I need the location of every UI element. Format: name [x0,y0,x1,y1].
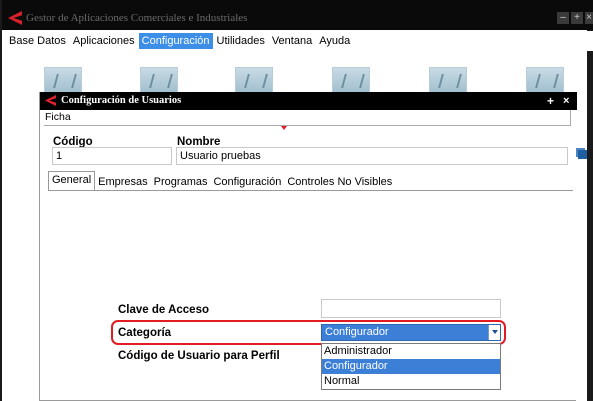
app-title: Gestor de Aplicaciones Comerciales e Ind… [26,12,248,24]
desktop-shortcut-icon[interactable] [429,67,467,95]
codigo-input[interactable]: 1 [52,147,172,165]
divider [570,110,571,126]
tab-configuracion[interactable]: Configuración [210,174,284,190]
tab-empresas[interactable]: Empresas [95,174,151,190]
codigo-perfil-label: Código de Usuario para Perfil [118,350,280,362]
dropdown-option-normal[interactable]: Normal [322,374,500,389]
dialog-close-button[interactable]: × [563,95,569,107]
tab-controles-no-visibles[interactable]: Controles No Visibles [284,174,395,190]
chevron-down-icon[interactable] [488,325,500,340]
tab-general[interactable]: General [48,171,96,190]
categoria-label: Categoría [118,327,172,339]
menu-configuracion[interactable]: Configuración [138,33,213,49]
close-button[interactable]: × [585,12,593,24]
tab-strip: General Empresas Programas Configuración… [48,171,395,190]
clave-acceso-input[interactable] [321,299,501,318]
tab-ficha[interactable]: Ficha [45,111,71,123]
clave-acceso-label: Clave de Acceso [118,304,209,316]
tab-programas[interactable]: Programas [151,174,211,190]
desktop-shortcut-icon[interactable] [332,67,370,95]
copy-icon[interactable] [578,150,587,159]
nombre-input[interactable]: Usuario pruebas [176,147,568,165]
app-window: Gestor de Aplicaciones Comerciales e Ind… [0,0,593,401]
menu-ayuda[interactable]: Ayuda [316,33,353,49]
categoria-dropdown-list: Administrador Configurador Normal [321,343,501,390]
desktop-shortcut-icon[interactable] [140,67,178,95]
divider [44,125,571,126]
desktop-shortcut-icon[interactable] [44,67,82,95]
menubar: Base Datos Aplicaciones Configuración Ut… [2,31,593,51]
required-marker-icon [281,126,287,130]
dialog-logo-icon [45,95,56,106]
app-titlebar: Gestor de Aplicaciones Comerciales e Ind… [2,0,593,30]
dropdown-option-administrador[interactable]: Administrador [322,344,500,359]
categoria-selected-value: Configurador [325,326,389,338]
tab-underline [48,190,573,191]
dialog-title: Configuración de Usuarios [61,95,182,106]
dialog-titlebar: Configuración de Usuarios + × [40,92,577,110]
desktop-shortcut-icon[interactable] [235,67,273,95]
menu-aplicaciones[interactable]: Aplicaciones [70,33,138,49]
categoria-select[interactable]: Configurador [321,324,501,341]
desktop-shortcut-icon[interactable] [526,67,564,95]
menu-base-datos[interactable]: Base Datos [6,33,69,49]
dropdown-option-configurador[interactable]: Configurador [322,359,500,374]
minimize-button[interactable]: – [557,12,569,24]
menu-utilidades[interactable]: Utilidades [214,33,268,49]
maximize-button[interactable]: + [571,12,583,24]
dialog-maximize-button[interactable]: + [547,94,554,108]
menu-ventana[interactable]: Ventana [269,33,315,49]
app-logo-icon [8,11,22,25]
